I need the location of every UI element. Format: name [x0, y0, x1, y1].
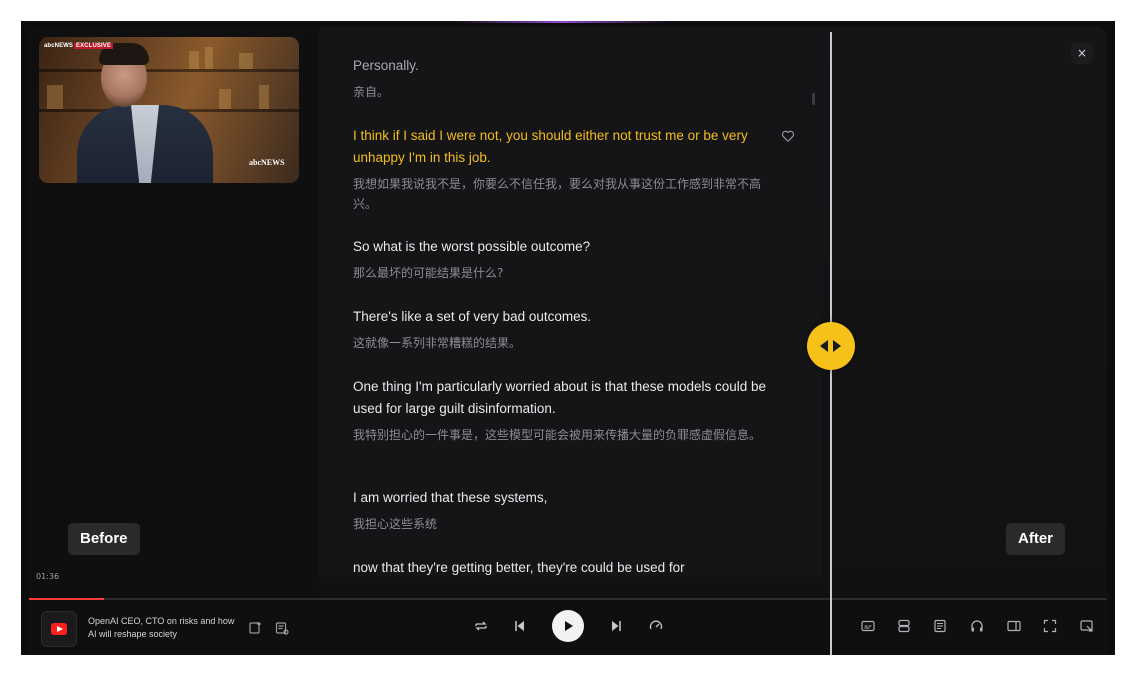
add-to-list-icon[interactable]	[247, 620, 263, 636]
transcript-segment-active[interactable]: I think if I said I were not, you should…	[353, 125, 763, 214]
news-tag: abcNEWS EXCLUSIVE	[44, 43, 113, 49]
repeat-icon[interactable]	[473, 618, 489, 634]
segment-chinese: 那么最坏的可能结果是什么?	[353, 266, 504, 280]
side-panel-icon[interactable]	[1006, 618, 1022, 634]
time-readout: 01:36	[36, 572, 60, 581]
segment-english: One thing I'm particularly worried about…	[353, 379, 767, 416]
headphones-icon[interactable]	[969, 618, 985, 634]
before-label: Before	[68, 523, 140, 555]
playlist-settings-icon[interactable]	[274, 620, 290, 636]
book	[259, 85, 269, 109]
arrow-right-icon	[833, 340, 841, 352]
scrollbar-thumb[interactable]	[812, 93, 815, 105]
segment-chinese: 亲自。	[353, 85, 390, 99]
book	[205, 47, 213, 69]
segment-english: now that they're getting better, they're…	[353, 560, 685, 575]
picture-in-picture-icon[interactable]	[1079, 618, 1095, 634]
transcript-segment[interactable]: now that they're getting better, they're…	[353, 557, 783, 577]
next-icon[interactable]	[608, 618, 624, 634]
segment-chinese: 我特别担心的一件事是，这些模型可能会被用来传播大量的负罪感虚假信息。	[353, 428, 762, 442]
heart-icon[interactable]	[781, 128, 795, 142]
player-window: abcNEWS EXCLUSIVE abcNEWS Before 01:36 Pe…	[29, 27, 1107, 655]
compare-slider-handle[interactable]	[807, 322, 855, 370]
segment-english: I think if I said I were not, you should…	[353, 128, 748, 165]
transcript-segment[interactable]: So what is the worst possible outcome? 那…	[353, 236, 783, 283]
segment-english: So what is the worst possible outcome?	[353, 239, 591, 254]
subtitles-icon[interactable]	[860, 618, 876, 634]
news-logo: abcNEWS	[249, 158, 285, 167]
video-title: OpenAI CEO, CTO on risks and how AI will…	[88, 616, 235, 639]
dual-subtitle-icon[interactable]	[896, 618, 912, 634]
fullscreen-icon[interactable]	[1042, 618, 1058, 634]
segment-english: There's like a set of very bad outcomes.	[353, 309, 592, 324]
transcript-segment[interactable]: There's like a set of very bad outcomes.…	[353, 306, 783, 353]
after-label: After	[1006, 523, 1066, 555]
book	[47, 85, 63, 109]
top-glow	[451, 21, 671, 23]
close-button[interactable]: ×	[1071, 42, 1093, 64]
video-thumbnail[interactable]: abcNEWS EXCLUSIVE abcNEWS	[39, 37, 299, 183]
app-frame: abcNEWS EXCLUSIVE abcNEWS Before 01:36 Pe…	[21, 21, 1115, 655]
transcript-panel[interactable]: Personally. 亲自。 I think if I said I were…	[319, 27, 822, 577]
segment-english: Personally.	[353, 58, 419, 73]
shelf	[39, 69, 299, 72]
speed-icon[interactable]	[648, 618, 664, 634]
player-controls: OpenAI CEO, CTO on risks and how AI will…	[29, 600, 1107, 655]
book	[219, 89, 231, 109]
segment-chinese: 我想如果我说我不是，你要么不信任我，要么对我从事这份工作感到非常不高兴。	[353, 177, 762, 211]
segment-chinese: 我担心这些系统	[353, 517, 438, 531]
play-icon	[565, 621, 573, 631]
book	[189, 51, 199, 69]
video-pane: abcNEWS EXCLUSIVE abcNEWS Before 01:36	[29, 27, 319, 598]
youtube-icon[interactable]	[41, 611, 77, 647]
book	[239, 53, 253, 69]
transcript-icon[interactable]	[932, 618, 948, 634]
previous-icon[interactable]	[512, 618, 528, 634]
after-pane	[822, 27, 1107, 598]
transcript-segment[interactable]: One thing I'm particularly worried about…	[353, 376, 783, 445]
segment-english: I am worried that these systems,	[353, 490, 548, 505]
segment-chinese: 这就像一系列非常糟糕的结果。	[353, 336, 522, 350]
transcript-segment[interactable]: I am worried that these systems, 我担心这些系统	[353, 487, 783, 534]
play-button[interactable]	[552, 610, 584, 642]
transcript-segment[interactable]: Personally. 亲自。	[353, 55, 783, 102]
arrow-left-icon	[820, 340, 828, 352]
